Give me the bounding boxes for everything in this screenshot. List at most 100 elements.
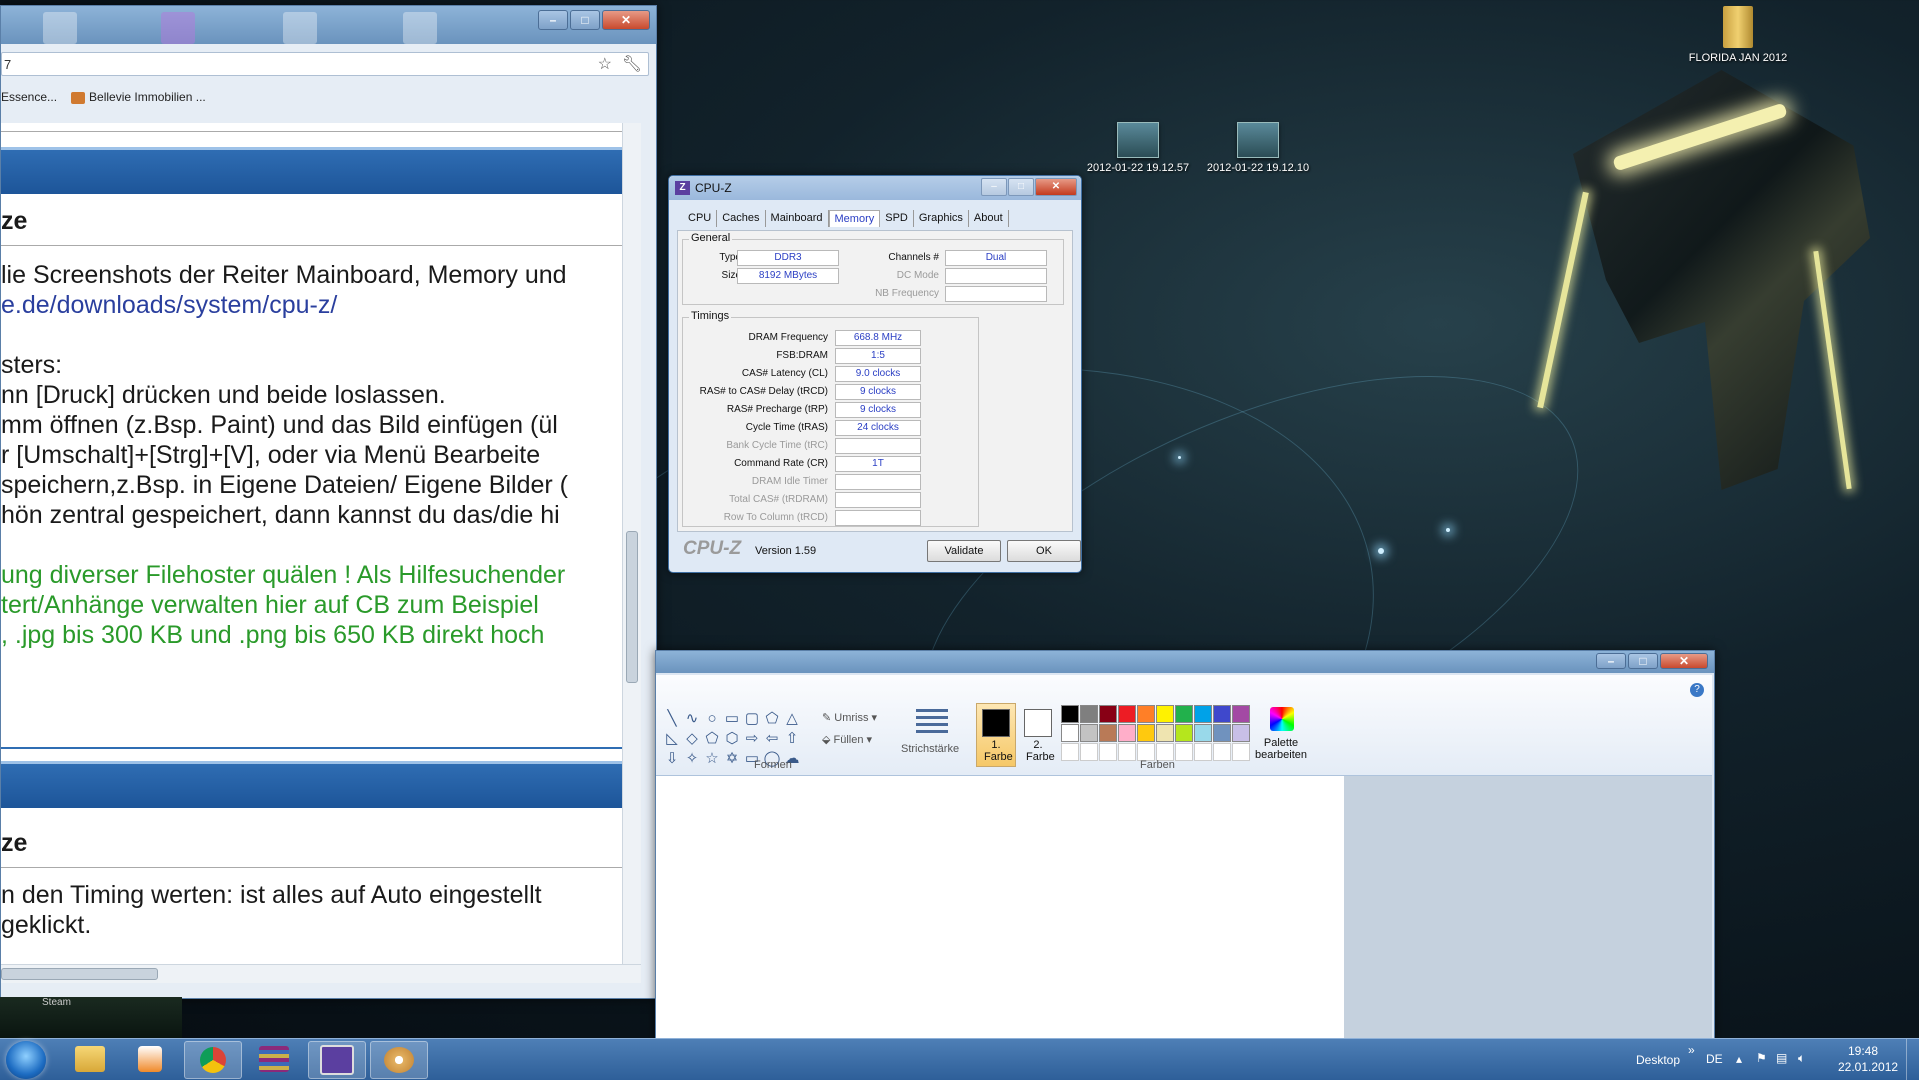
color2-selector[interactable]: 2. Farbe <box>1018 703 1058 767</box>
action-center-flag-icon[interactable]: ⚑ <box>1756 1051 1767 1065</box>
close-icon[interactable]: ✕ <box>1660 653 1708 669</box>
close-icon[interactable]: ✕ <box>602 10 650 30</box>
network-icon[interactable]: ▤ <box>1776 1051 1787 1065</box>
edit-palette-icon[interactable] <box>1270 707 1294 731</box>
paint-window[interactable]: – □ ✕ ╲ ∿ ○ ▭ ▢ ⬠ △ ◺ ◇ ⬠ ⬡ ⇨ ⇦ ⇧ ⇩ ✧ ☆ ✡ ▭ ◯ ☁ ✎ Umriss ▾… <box>655 650 1715 1042</box>
palette-swatch[interactable] <box>1080 705 1098 723</box>
paint-titlebar[interactable]: – □ ✕ <box>656 651 1714 673</box>
horizontal-scrollbar[interactable] <box>1 964 641 983</box>
palette-swatch[interactable] <box>1194 724 1212 742</box>
palette-swatch-empty[interactable] <box>1194 743 1212 761</box>
pentagon-shape-icon[interactable]: ⬠ <box>702 729 722 749</box>
minimize-icon[interactable]: – <box>981 178 1007 196</box>
palette-swatch-empty[interactable] <box>1080 743 1098 761</box>
tab-about[interactable]: About <box>969 210 1009 227</box>
stroke-width-icon[interactable] <box>916 709 948 737</box>
taskbar-thumbnail[interactable]: Steam <box>0 997 182 1038</box>
palette-swatch-empty[interactable] <box>1118 743 1136 761</box>
palette-swatch[interactable] <box>1232 724 1250 742</box>
palette-swatch-empty[interactable] <box>1175 743 1193 761</box>
palette-swatch-empty[interactable] <box>1099 743 1117 761</box>
cpuz-taskbar-button[interactable] <box>308 1041 366 1079</box>
palette-swatch[interactable] <box>1213 705 1231 723</box>
media-player-taskbar-button[interactable] <box>122 1041 178 1077</box>
clock-time[interactable]: 19:48 <box>1848 1044 1878 1058</box>
fill-label[interactable]: ⬙ Füllen ▾ <box>822 733 872 746</box>
explorer-taskbar-button[interactable] <box>62 1041 118 1077</box>
clock-date[interactable]: 22.01.2012 <box>1838 1060 1898 1074</box>
palette-swatch-empty[interactable] <box>1061 743 1079 761</box>
palette-swatch[interactable] <box>1232 705 1250 723</box>
browser-titlebar[interactable]: – □ ✕ <box>1 6 656 44</box>
paint-taskbar-button[interactable] <box>370 1041 428 1079</box>
bookmark-link[interactable]: Essence... <box>1 90 57 110</box>
tab-cpu[interactable]: CPU <box>683 210 718 227</box>
palette-swatch[interactable] <box>1156 705 1174 723</box>
scrollbar-thumb[interactable] <box>626 531 638 683</box>
validate-button[interactable]: Validate <box>927 540 1001 562</box>
close-icon[interactable]: ✕ <box>1035 178 1077 196</box>
winrar-taskbar-button[interactable] <box>246 1041 302 1077</box>
diamond-shape-icon[interactable]: ◇ <box>682 729 702 749</box>
tab-mainboard[interactable]: Mainboard <box>766 210 829 227</box>
arrow-down-shape-icon[interactable]: ⇩ <box>662 749 682 769</box>
scrollbar-thumb[interactable] <box>1 968 158 980</box>
oval-shape-icon[interactable]: ○ <box>702 709 722 729</box>
rectangle-shape-icon[interactable]: ▭ <box>722 709 742 729</box>
palette-swatch[interactable] <box>1061 724 1079 742</box>
language-indicator[interactable]: DE <box>1706 1052 1723 1066</box>
browser-tab[interactable] <box>283 12 317 44</box>
show-desktop-button[interactable] <box>1906 1039 1919 1080</box>
browser-tab[interactable] <box>161 12 195 44</box>
tab-spd[interactable]: SPD <box>880 210 914 227</box>
palette-swatch[interactable] <box>1099 724 1117 742</box>
curve-shape-icon[interactable]: ∿ <box>682 709 702 729</box>
arrow-up-shape-icon[interactable]: ⇧ <box>782 729 802 749</box>
palette-swatch[interactable] <box>1175 705 1193 723</box>
star-icon[interactable]: ☆ <box>598 53 612 77</box>
cpuz-window[interactable]: Z CPU-Z – □ ✕ CPU Caches Mainboard Memor… <box>668 175 1082 573</box>
tab-graphics[interactable]: Graphics <box>914 210 969 227</box>
palette-swatch-empty[interactable] <box>1232 743 1250 761</box>
outline-label[interactable]: ✎ Umriss ▾ <box>822 711 877 724</box>
line-shape-icon[interactable]: ╲ <box>662 709 682 729</box>
tab-caches[interactable]: Caches <box>717 210 766 227</box>
minimize-icon[interactable]: – <box>538 10 568 30</box>
tab-memory[interactable]: Memory <box>828 210 881 227</box>
browser-window[interactable]: – □ ✕ 7 ☆ 🔧︎ Essence... Bellevie Immobil… <box>0 5 657 999</box>
minimize-icon[interactable]: – <box>1596 653 1626 669</box>
palette-swatch[interactable] <box>1156 724 1174 742</box>
browser-tab[interactable] <box>43 12 77 44</box>
palette-swatch-empty[interactable] <box>1213 743 1231 761</box>
maximize-icon[interactable]: □ <box>570 10 600 30</box>
wrench-icon[interactable]: 🔧︎ <box>622 53 642 77</box>
right-triangle-shape-icon[interactable]: ◺ <box>662 729 682 749</box>
palette-swatch[interactable] <box>1118 705 1136 723</box>
color1-selector[interactable]: 1. Farbe <box>976 703 1016 767</box>
start-button[interactable] <box>6 1041 46 1079</box>
polygon-shape-icon[interactable]: ⬠ <box>762 709 782 729</box>
rounded-rect-shape-icon[interactable]: ▢ <box>742 709 762 729</box>
palette-swatch[interactable] <box>1080 724 1098 742</box>
expand-toolbar-icon[interactable]: » <box>1688 1043 1695 1057</box>
arrow-right-shape-icon[interactable]: ⇨ <box>742 729 762 749</box>
arrow-left-shape-icon[interactable]: ⇦ <box>762 729 782 749</box>
chrome-taskbar-button[interactable] <box>184 1041 242 1079</box>
palette-swatch[interactable] <box>1137 724 1155 742</box>
star5-shape-icon[interactable]: ☆ <box>702 749 722 769</box>
hexagon-shape-icon[interactable]: ⬡ <box>722 729 742 749</box>
vertical-scrollbar[interactable] <box>622 123 641 983</box>
show-hidden-icons[interactable]: ▴ <box>1736 1052 1742 1066</box>
maximize-icon[interactable]: □ <box>1008 178 1034 196</box>
edit-palette-label[interactable]: Palette bearbeiten <box>1251 737 1311 761</box>
star6-shape-icon[interactable]: ✡ <box>722 749 742 769</box>
volume-icon[interactable]: 🔈︎ <box>1798 1051 1805 1066</box>
ok-button[interactable]: OK <box>1007 540 1081 562</box>
palette-swatch[interactable] <box>1137 705 1155 723</box>
triangle-shape-icon[interactable]: △ <box>782 709 802 729</box>
drawing-canvas[interactable] <box>656 776 1344 1041</box>
post-link[interactable]: e.de/downloads/system/cpu-z/ <box>1 291 337 320</box>
desktop-icon-folder[interactable]: FLORIDA JAN 2012 <box>1683 6 1793 64</box>
cpuz-titlebar[interactable]: Z CPU-Z – □ ✕ <box>669 176 1081 200</box>
star4-shape-icon[interactable]: ✧ <box>682 749 702 769</box>
